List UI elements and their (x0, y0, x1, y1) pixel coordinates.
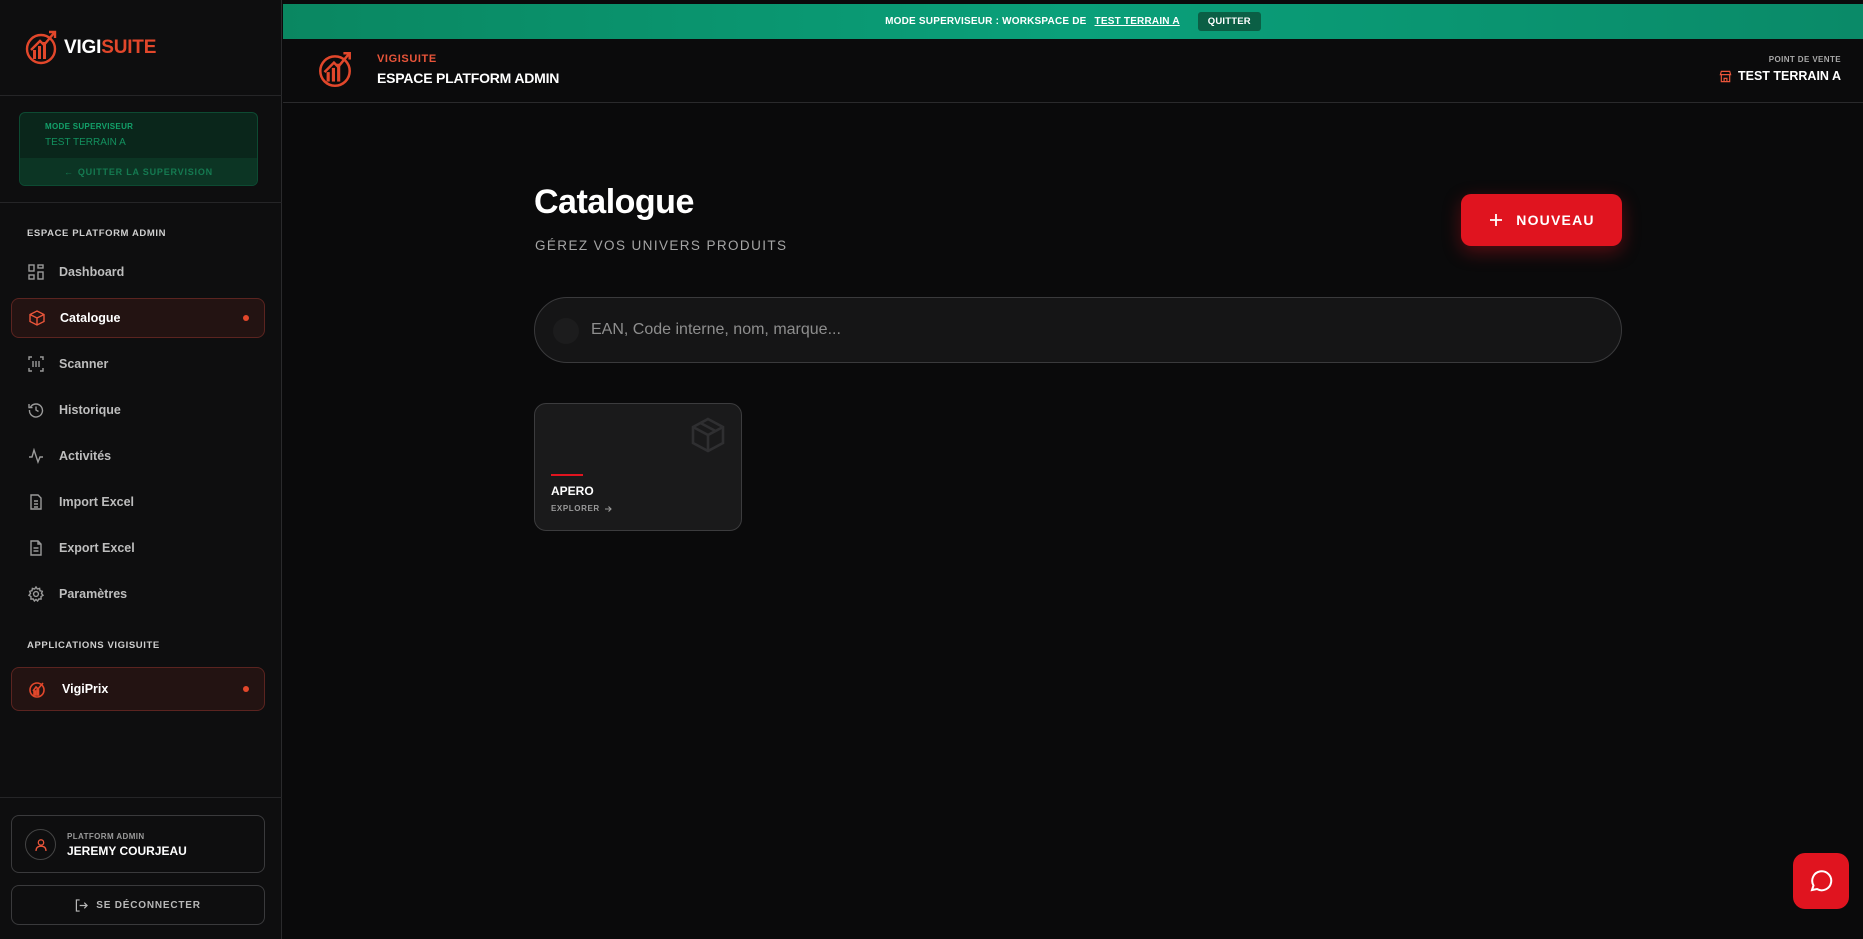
gear-icon (27, 585, 45, 603)
sidebar-item-scanner[interactable]: Scanner (11, 344, 265, 384)
store-icon (1719, 70, 1732, 82)
sidebar-divider (0, 797, 282, 798)
sidebar-item-parametres[interactable]: Paramètres (11, 574, 265, 614)
activity-icon (27, 447, 45, 465)
sidebar-item-import-excel[interactable]: Import Excel (11, 482, 265, 522)
top-header: VIGISUITE ESPACE PLATFORM ADMIN POINT DE… (283, 39, 1863, 103)
app-logo[interactable]: VIGISUITE (24, 28, 156, 68)
arrow-left-icon: ← (64, 166, 74, 177)
avatar (25, 829, 56, 860)
banner-text: MODE SUPERVISEUR : WORKSPACE DE (885, 16, 1087, 27)
sidebar-item-dashboard[interactable]: Dashboard (11, 252, 265, 292)
sidebar-item-label: Scanner (59, 357, 109, 371)
quit-supervision-button[interactable]: ← QUITTER LA SUPERVISION (20, 158, 257, 185)
box-icon (691, 417, 725, 453)
sidebar-item-activites[interactable]: Activités (11, 436, 265, 476)
chat-bubble-icon (1810, 870, 1833, 892)
page-subtitle: GÉREZ VOS UNIVERS PRODUITS (535, 238, 788, 253)
sidebar-item-vigiprix[interactable]: VigiPrix (11, 667, 265, 711)
sidebar-item-label: Paramètres (59, 587, 128, 601)
point-of-sale-selector[interactable]: TEST TERRAIN A (1719, 69, 1841, 83)
catalogue-card[interactable]: APERO EXPLORER (534, 403, 742, 531)
vigisuite-logo-icon (319, 51, 351, 88)
search-icon (553, 318, 579, 344)
card-explore-link[interactable]: EXPLORER (551, 504, 612, 513)
sidebar-item-label: Export Excel (59, 541, 135, 555)
sidebar-item-label: Import Excel (59, 495, 135, 509)
card-accent-bar (551, 474, 583, 476)
arrow-right-icon (604, 505, 612, 512)
sidebar: VIGISUITE MODE SUPERVISEUR TEST TERRAIN … (0, 0, 282, 939)
banner-quit-button[interactable]: QUITTER (1197, 12, 1261, 31)
new-button[interactable]: NOUVEAU (1461, 194, 1622, 246)
scan-icon (27, 355, 45, 373)
active-indicator-dot (243, 686, 249, 692)
new-button-label: NOUVEAU (1516, 212, 1595, 228)
user-profile[interactable]: PLATFORM ADMIN JEREMY COURJEAU (11, 815, 265, 873)
supervisor-workspace: TEST TERRAIN A (45, 137, 126, 148)
logout-label: SE DÉCONNECTER (96, 899, 201, 911)
user-name: JEREMY COURJEAU (67, 844, 187, 858)
user-icon (34, 838, 47, 851)
header-brand: VIGISUITE (377, 53, 437, 65)
vigiprix-logo-icon (28, 680, 46, 698)
sidebar-item-label: Catalogue (60, 311, 121, 325)
card-title: APERO (551, 484, 594, 498)
box-icon (28, 309, 46, 327)
sidebar-item-historique[interactable]: Historique (11, 390, 265, 430)
document-icon (27, 539, 45, 557)
sidebar-item-label: Dashboard (59, 265, 125, 279)
sidebar-item-label: Historique (59, 403, 121, 417)
quit-supervision-label: QUITTER LA SUPERVISION (77, 166, 213, 177)
logo-text: VIGISUITE (64, 37, 157, 58)
supervisor-box: MODE SUPERVISEUR TEST TERRAIN A ← QUITTE… (19, 112, 258, 186)
logout-button[interactable]: SE DÉCONNECTER (11, 885, 265, 925)
history-icon (27, 401, 45, 419)
sidebar-item-label: VigiPrix (62, 682, 109, 696)
sidebar-divider (0, 95, 282, 96)
grid-icon (27, 263, 45, 281)
point-of-sale-value: TEST TERRAIN A (1737, 69, 1841, 83)
user-role: PLATFORM ADMIN (67, 832, 145, 841)
supervisor-banner: MODE SUPERVISEUR : WORKSPACE DE TEST TER… (283, 4, 1863, 39)
page-title: Catalogue (534, 183, 694, 221)
logout-icon (76, 898, 89, 912)
banner-workspace-link[interactable]: TEST TERRAIN A (1095, 16, 1180, 27)
search-bar (534, 297, 1622, 363)
plus-icon (1490, 214, 1503, 226)
sidebar-item-label: Activités (59, 449, 112, 463)
supervisor-label: MODE SUPERVISEUR (45, 122, 134, 131)
sidebar-divider (0, 202, 282, 203)
section-label-apps: APPLICATIONS VIGISUITE (27, 640, 160, 651)
search-input[interactable] (591, 298, 1591, 362)
vigisuite-logo-icon (25, 30, 57, 65)
chat-button[interactable] (1793, 853, 1849, 909)
header-space-title: ESPACE PLATFORM ADMIN (377, 70, 560, 86)
sidebar-item-catalogue[interactable]: Catalogue (11, 298, 265, 338)
card-explore-label: EXPLORER (551, 504, 600, 513)
sidebar-item-export-excel[interactable]: Export Excel (11, 528, 265, 568)
point-of-sale-label: POINT DE VENTE (1768, 55, 1841, 64)
section-label-admin: ESPACE PLATFORM ADMIN (27, 228, 167, 239)
active-indicator-dot (243, 315, 249, 321)
spreadsheet-icon (27, 493, 45, 511)
